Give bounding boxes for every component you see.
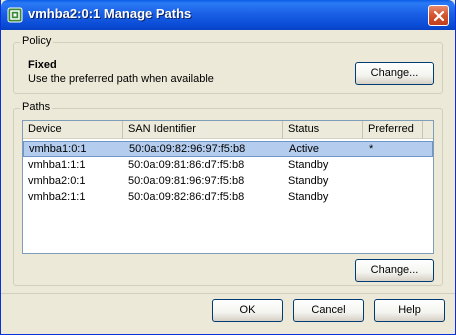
cell-san-identifier: 50:0a:09:81:86:d7:f5:b8 (128, 159, 245, 171)
table-row[interactable]: vmhba2:0:1 50:0a:09:81:96:97:f5:b8 Stand… (23, 174, 433, 190)
table-header: Device SAN Identifier Status Preferred (23, 121, 433, 139)
app-icon (7, 7, 23, 23)
paths-legend: Paths (20, 101, 53, 113)
manage-paths-dialog: vmhba2:0:1 Manage Paths Policy Fixed Use… (0, 0, 456, 335)
paths-table[interactable]: Device SAN Identifier Status Preferred v… (22, 120, 434, 254)
table-row[interactable]: vmhba1:0:1 50:0a:09:82:96:97:f5:b8 Activ… (23, 141, 433, 157)
cell-san-identifier: 50:0a:09:82:96:97:f5:b8 (129, 143, 246, 155)
policy-legend: Policy (20, 35, 54, 47)
close-icon (433, 10, 445, 22)
cell-status: Active (289, 143, 319, 155)
footer-divider (1, 293, 455, 294)
cell-device: vmhba1:0:1 (29, 143, 87, 155)
cell-preferred: * (369, 143, 374, 155)
policy-group: Policy Fixed Use the preferred path when… (13, 35, 443, 94)
cell-device: vmhba2:0:1 (28, 175, 86, 187)
cell-san-identifier: 50:0a:09:82:86:d7:f5:b8 (128, 191, 245, 203)
cell-status: Standby (288, 159, 329, 171)
help-button[interactable]: Help (374, 299, 445, 322)
close-button[interactable] (428, 5, 449, 26)
cell-device: vmhba1:1:1 (28, 159, 86, 171)
ok-button[interactable]: OK (212, 299, 283, 322)
cell-san-identifier: 50:0a:09:81:96:97:f5:b8 (128, 175, 245, 187)
policy-change-button[interactable]: Change... (355, 62, 434, 85)
policy-description: Use the preferred path when available (28, 73, 214, 85)
title-bar[interactable]: vmhba2:0:1 Manage Paths (1, 0, 455, 30)
policy-name: Fixed (28, 59, 57, 71)
column-header-device[interactable]: Device (23, 121, 123, 139)
window-title: vmhba2:0:1 Manage Paths (28, 6, 192, 21)
column-header-san-identifier[interactable]: SAN Identifier (123, 121, 283, 139)
column-header-status[interactable]: Status (283, 121, 363, 139)
cell-status: Standby (288, 175, 329, 187)
cell-device: vmhba2:1:1 (28, 191, 86, 203)
table-row[interactable]: vmhba1:1:1 50:0a:09:81:86:d7:f5:b8 Stand… (23, 158, 433, 174)
table-row[interactable]: vmhba2:1:1 50:0a:09:82:86:d7:f5:b8 Stand… (23, 190, 433, 206)
cancel-button[interactable]: Cancel (293, 299, 364, 322)
column-header-preferred[interactable]: Preferred (363, 121, 423, 139)
paths-group: Paths Device SAN Identifier Status Prefe… (13, 101, 443, 286)
paths-change-button[interactable]: Change... (355, 259, 434, 282)
cell-status: Standby (288, 191, 329, 203)
